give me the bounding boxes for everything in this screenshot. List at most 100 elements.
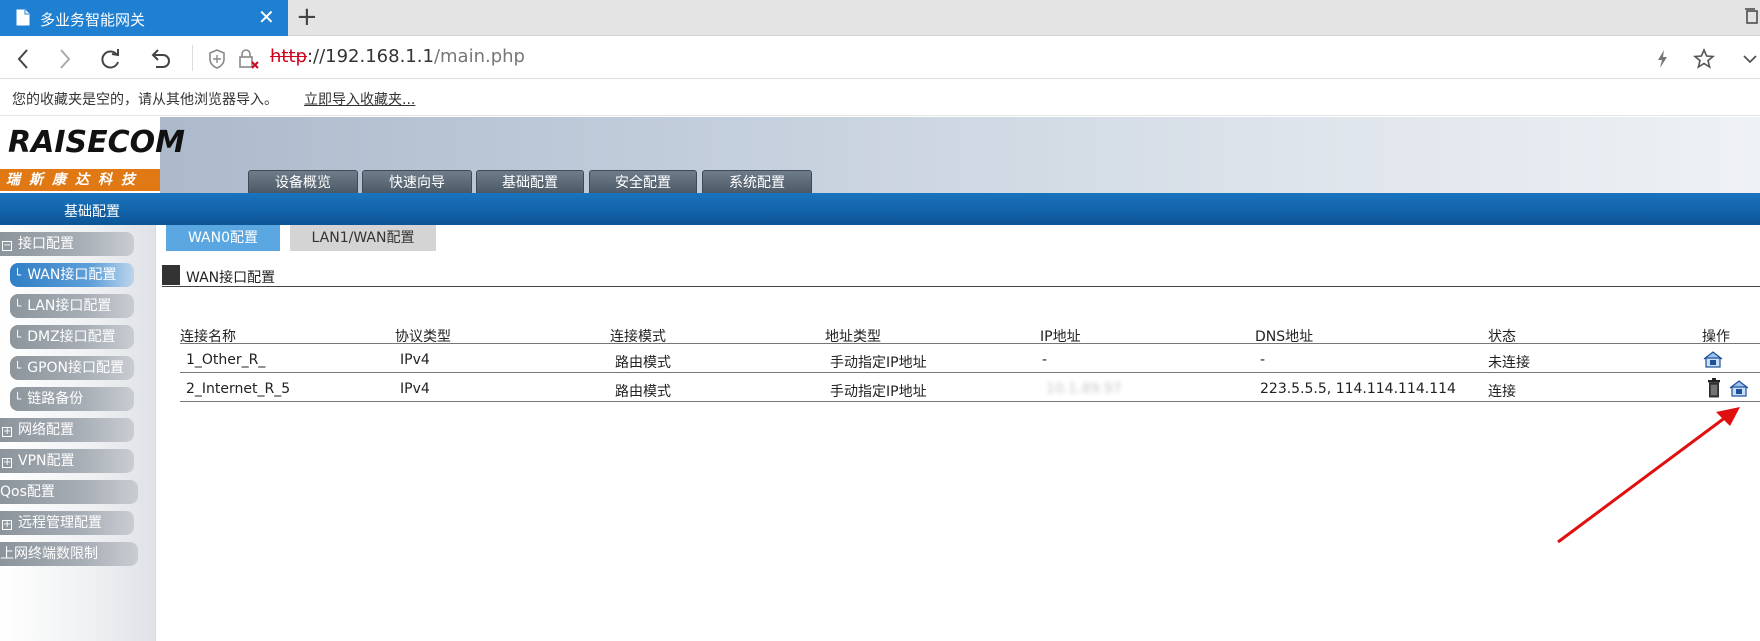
- section-marker: [162, 265, 180, 285]
- column-header-status: 状态: [1488, 329, 1516, 345]
- undo-icon[interactable]: [146, 45, 174, 73]
- subtab-wan0-config[interactable]: WAN0配置: [166, 225, 280, 251]
- chevron-down-icon[interactable]: [1740, 45, 1760, 73]
- address-divider: [192, 45, 193, 71]
- sidebar-item-label: VPN配置: [18, 453, 75, 469]
- sidebar-item-label: 远程管理配置: [18, 515, 102, 531]
- sidebar-item-remote-management[interactable]: + 远程管理配置: [0, 511, 134, 535]
- logo-wordmark: RAISECOM: [8, 125, 185, 160]
- section-title: 基础配置: [64, 204, 120, 220]
- url-host: ://192.168.1.1: [306, 46, 434, 67]
- restore-icon[interactable]: [1742, 6, 1760, 26]
- tab-quick-wizard[interactable]: 快速向导: [362, 170, 472, 194]
- tree-branch-icon: └: [14, 392, 22, 406]
- sidebar-item-lan-interface[interactable]: └ LAN接口配置: [10, 294, 134, 318]
- sidebar-item-label: WAN接口配置: [27, 267, 117, 283]
- tree-branch-icon: └: [14, 330, 22, 344]
- browser-tab[interactable]: 多业务智能网关 ✕: [0, 0, 288, 36]
- expand-icon: +: [2, 457, 12, 468]
- trash-icon[interactable]: [1706, 378, 1722, 398]
- column-header-dns: DNS地址: [1255, 329, 1314, 345]
- section-divider: [162, 286, 1760, 287]
- column-header-mode: 连接模式: [610, 329, 666, 345]
- cell-status: 未连接: [1488, 355, 1530, 371]
- cell-address-type: 手动指定IP地址: [830, 355, 927, 371]
- column-header-ip: IP地址: [1040, 329, 1081, 345]
- sidebar-item-label: 网络配置: [18, 422, 74, 438]
- close-tab-icon[interactable]: ✕: [258, 5, 275, 29]
- sidebar-item-label: LAN接口配置: [27, 298, 112, 314]
- browser-tab-title: 多业务智能网关: [40, 11, 146, 29]
- tree-branch-icon: └: [14, 361, 22, 375]
- url-path: /main.php: [433, 46, 525, 67]
- sidebar-item-label: 接口配置: [18, 236, 74, 252]
- table-row: 2_Internet_R_5 IPv4 路由模式 手动指定IP地址 10.1.8…: [180, 374, 1760, 402]
- cell-mode: 路由模式: [615, 355, 671, 371]
- subtab-lan1-wan-config[interactable]: LAN1/WAN配置: [290, 225, 436, 251]
- sidebar-item-label: GPON接口配置: [27, 360, 125, 376]
- logo-subtitle: 瑞斯康达科技: [0, 169, 160, 191]
- tab-basic-config[interactable]: 基础配置: [476, 170, 584, 194]
- tab-system-config[interactable]: 系统配置: [702, 170, 812, 194]
- sidebar-item-gpon-interface[interactable]: └ GPON接口配置: [10, 356, 134, 380]
- config-section-title: WAN接口配置: [186, 270, 276, 286]
- cell-status: 连接: [1488, 384, 1516, 400]
- sidebar-item-dmz-interface[interactable]: └ DMZ接口配置: [10, 325, 134, 349]
- column-header-actions: 操作: [1702, 329, 1730, 345]
- favorites-empty-message: 您的收藏夹是空的，请从其他浏览器导入。: [12, 92, 278, 108]
- expand-icon: +: [2, 426, 12, 437]
- flash-icon[interactable]: [1652, 45, 1672, 73]
- cell-protocol: IPv4: [400, 381, 430, 397]
- column-header-name: 连接名称: [180, 329, 236, 345]
- sidebar-item-label: Qos配置: [0, 484, 55, 500]
- edit-icon[interactable]: [1728, 378, 1750, 398]
- router-header: RAISECOM 瑞斯康达科技 设备概览 快速向导 基础配置 安全配置 系统配置: [0, 117, 1760, 194]
- edit-icon[interactable]: [1702, 349, 1724, 369]
- cell-dns: -: [1260, 352, 1266, 368]
- table-header: 连接名称 协议类型 连接模式 地址类型 IP地址 DNS地址 状态 操作: [180, 322, 1760, 345]
- cell-ip: -: [1042, 352, 1048, 368]
- cell-protocol: IPv4: [400, 352, 430, 368]
- sidebar-item-link-backup[interactable]: └ 链路备份: [10, 387, 134, 411]
- address-bar-row: http://192.168.1.1/main.php: [0, 37, 1760, 79]
- annotation-arrow: [1557, 407, 1740, 544]
- sidebar-item-qos-config[interactable]: Qos配置: [0, 480, 138, 504]
- insecure-lock-icon[interactable]: [236, 45, 262, 73]
- section-title-bar: 基础配置: [0, 193, 1760, 225]
- new-tab-icon[interactable]: +: [296, 2, 318, 32]
- cell-dns: 223.5.5.5, 114.114.114.114: [1260, 381, 1456, 397]
- table-row: 1_Other_R_ IPv4 路由模式 手动指定IP地址 - - 未连接: [180, 345, 1760, 373]
- tree-branch-icon: └: [14, 299, 22, 313]
- sidebar-item-terminal-limit[interactable]: 上网终端数限制: [0, 542, 138, 566]
- tab-device-overview[interactable]: 设备概览: [248, 170, 358, 194]
- cell-mode: 路由模式: [615, 384, 671, 400]
- star-icon[interactable]: [1690, 45, 1718, 73]
- url-field[interactable]: http://192.168.1.1/main.php: [270, 46, 525, 67]
- import-favorites-link[interactable]: 立即导入收藏夹...: [304, 89, 415, 109]
- sidebar: − 接口配置 └ WAN接口配置 └ LAN接口配置 └ DMZ接口配置 └ GPON接口…: [0, 225, 156, 641]
- cell-ip: 10.1.89.97: [1046, 381, 1122, 397]
- cell-address-type: 手动指定IP地址: [830, 384, 927, 400]
- shield-icon[interactable]: [206, 45, 228, 73]
- cell-name: 1_Other_R_: [186, 352, 266, 368]
- forward-icon[interactable]: [50, 45, 78, 73]
- reload-icon[interactable]: [96, 45, 124, 73]
- sidebar-item-label: DMZ接口配置: [27, 329, 116, 345]
- url-scheme: http: [270, 46, 307, 67]
- sidebar-item-wan-interface[interactable]: └ WAN接口配置: [10, 263, 134, 287]
- back-icon[interactable]: [10, 45, 38, 73]
- cell-name: 2_Internet_R_5: [186, 381, 291, 397]
- raisecom-logo: RAISECOM 瑞斯康达科技: [0, 117, 185, 193]
- tab-security-config[interactable]: 安全配置: [589, 170, 697, 194]
- sidebar-item-label: 链路备份: [27, 391, 84, 407]
- sidebar-item-label: 上网终端数限制: [0, 546, 98, 562]
- collapse-icon: −: [2, 240, 12, 251]
- tree-branch-icon: └: [14, 268, 22, 282]
- sidebar-item-interface-config[interactable]: − 接口配置: [0, 232, 134, 256]
- expand-icon: +: [2, 519, 12, 530]
- sidebar-item-network-config[interactable]: + 网络配置: [0, 418, 134, 442]
- favorites-bar: 您的收藏夹是空的，请从其他浏览器导入。 立即导入收藏夹...: [0, 80, 1760, 116]
- document-icon: [16, 9, 30, 26]
- sidebar-item-vpn-config[interactable]: + VPN配置: [0, 449, 134, 473]
- column-header-address-type: 地址类型: [825, 329, 881, 345]
